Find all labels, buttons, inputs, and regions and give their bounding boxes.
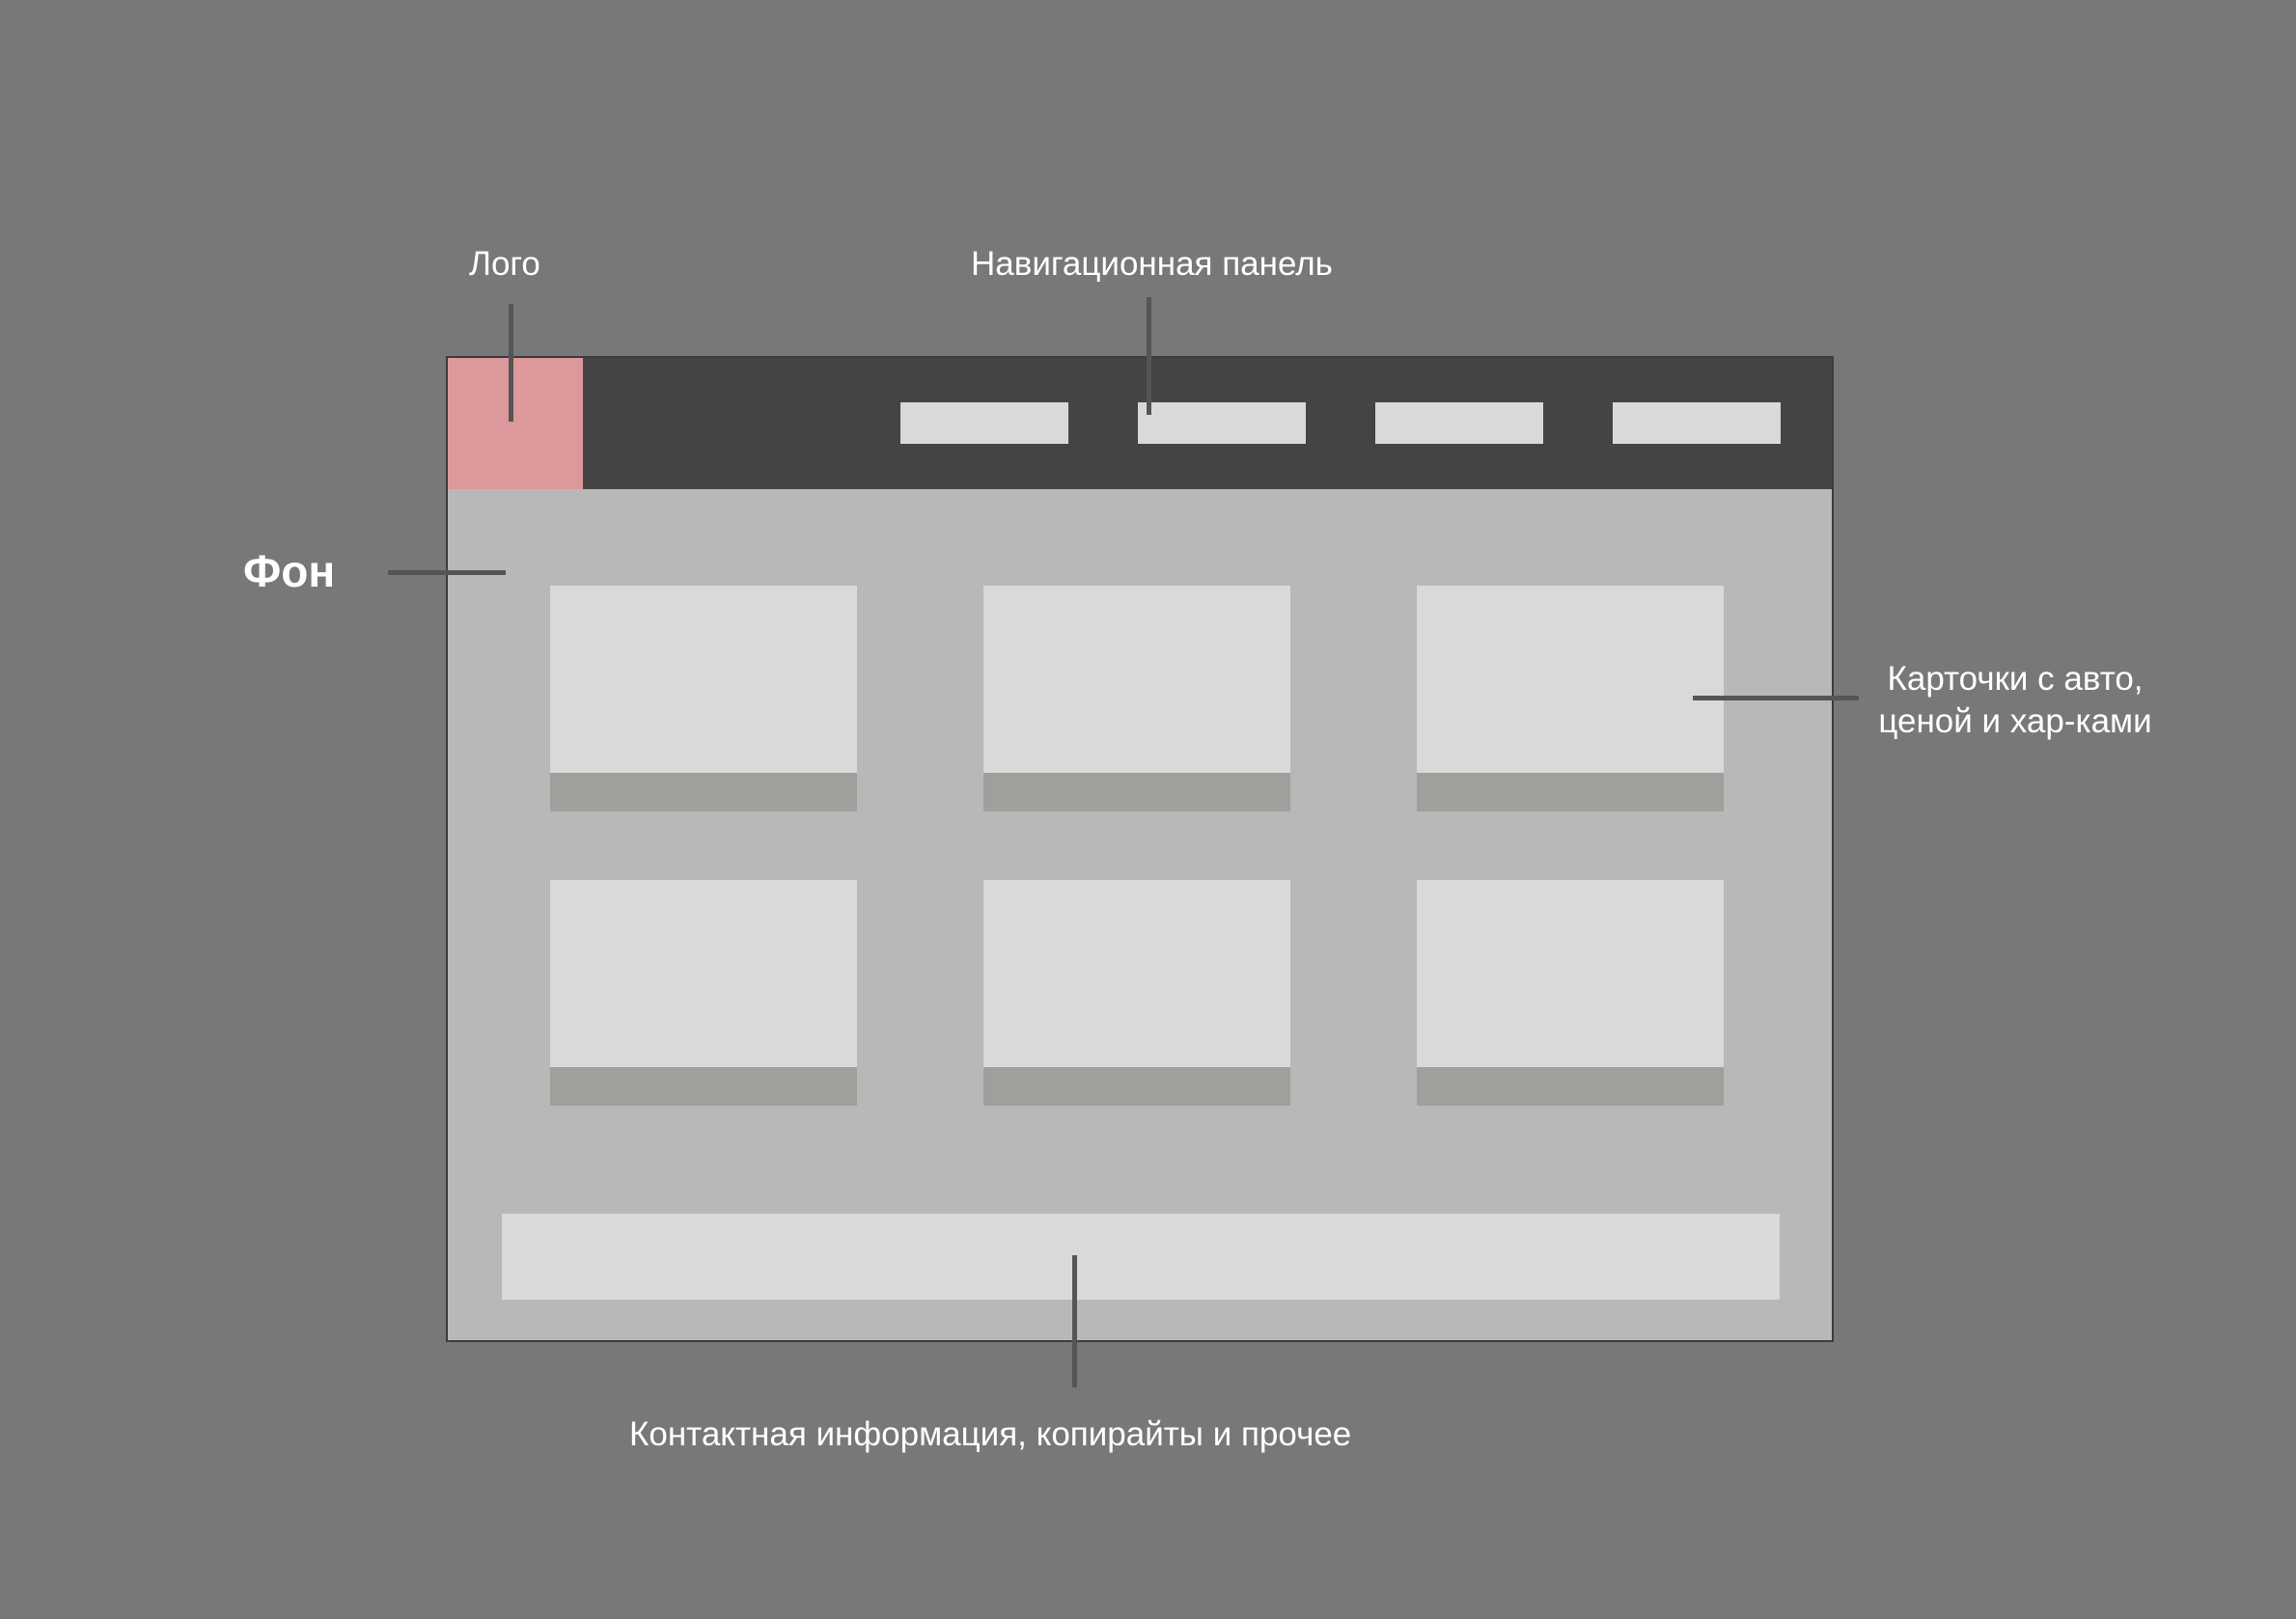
footer-label: Контактная информация, копирайты и проче… [629,1415,1352,1453]
card-image-placeholder [1417,586,1724,773]
car-card-5 [983,880,1290,1106]
nav-item-4 [1613,402,1781,444]
card-image-placeholder [983,586,1290,773]
wireframe-page [446,356,1834,1342]
logo-label: Лого [469,245,540,283]
car-card-6 [1417,880,1724,1106]
footer-placeholder [502,1214,1780,1300]
card-info-strip [1417,1067,1724,1106]
nav-item-2 [1138,402,1306,444]
cards-label: Карточки с авто, ценой и хар-ками [1834,658,2197,743]
car-card-2 [983,586,1290,811]
card-info-strip [1417,773,1724,811]
cards-label-line-1: Карточки с авто, [1887,660,2144,698]
car-card-4 [550,880,857,1106]
card-info-strip [550,773,857,811]
navigation-leader-line [1147,297,1151,415]
background-label: Фон [243,546,336,596]
footer-leader-line [1072,1255,1077,1387]
nav-item-3 [1375,402,1543,444]
background-leader-line [388,570,506,575]
navigation-bar [448,358,1832,489]
navigation-label: Навигационная панель [971,245,1333,283]
card-image-placeholder [550,880,857,1067]
cards-label-line-2: ценой и хар-ками [1878,702,2152,740]
card-info-strip [983,773,1290,811]
card-image-placeholder [1417,880,1724,1067]
logo-placeholder [448,358,583,489]
card-image-placeholder [983,880,1290,1067]
logo-leader-line [509,304,513,422]
card-image-placeholder [550,586,857,773]
car-card-1 [550,586,857,811]
card-info-strip [550,1067,857,1106]
nav-item-1 [900,402,1068,444]
card-info-strip [983,1067,1290,1106]
car-card-3 [1417,586,1724,811]
